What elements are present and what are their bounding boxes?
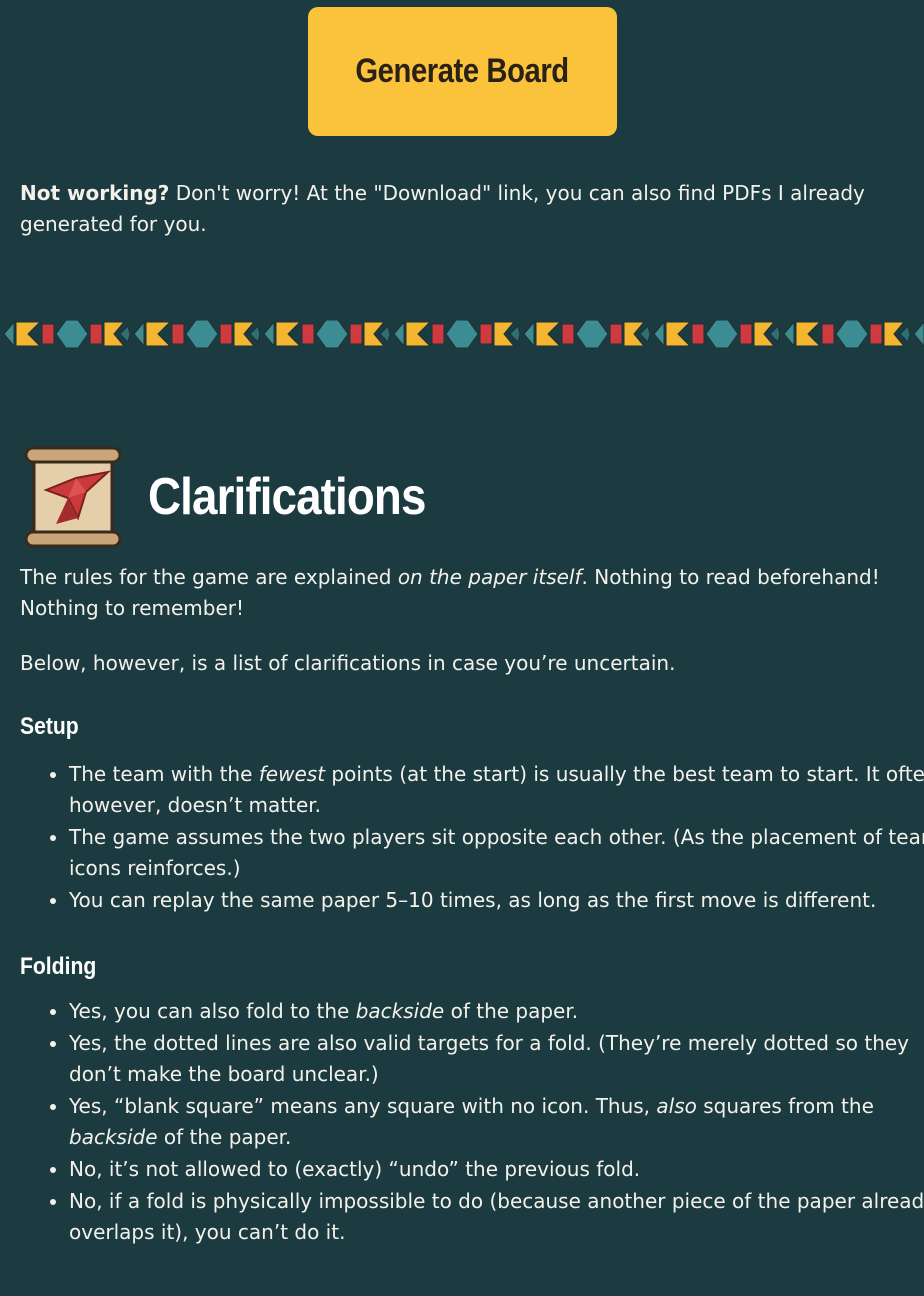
divider-segment xyxy=(89,323,103,345)
divider-segment xyxy=(445,319,479,349)
divider-segment xyxy=(263,320,275,348)
divider-segment xyxy=(769,325,781,343)
divider-segment xyxy=(3,320,15,348)
divider-segment xyxy=(639,325,651,343)
divider-segment xyxy=(609,323,623,345)
divider-segment xyxy=(899,325,911,343)
divider-segment xyxy=(405,321,432,347)
divider-segment xyxy=(561,323,575,345)
list-item: Yes, “blank square” means any square wit… xyxy=(69,1091,924,1153)
divider-segment xyxy=(119,325,131,343)
divider-segment xyxy=(133,320,145,348)
divider-segment xyxy=(431,323,445,345)
divider-segment xyxy=(15,321,42,347)
divider-segment xyxy=(479,323,493,345)
generate-board-label: Generate Board xyxy=(355,52,570,90)
divider-segment xyxy=(315,319,349,349)
divider-segment xyxy=(509,325,521,343)
divider-segment xyxy=(41,323,55,345)
divider-segment xyxy=(869,323,883,345)
divider-segment xyxy=(575,319,609,349)
divider-segment xyxy=(535,321,562,347)
divider-segment xyxy=(705,319,739,349)
notice-strong: Not working? xyxy=(20,181,170,205)
divider-segment xyxy=(185,319,219,349)
divider-segment xyxy=(349,323,363,345)
scroll-bird-icon xyxy=(24,446,122,548)
setup-list: The team with the fewest points (at the … xyxy=(20,759,924,917)
divider-segment xyxy=(523,320,535,348)
list-item: You can replay the same paper 5–10 times… xyxy=(69,885,924,916)
divider-segment xyxy=(821,323,835,345)
divider-segment xyxy=(249,325,261,343)
divider-segment xyxy=(171,323,185,345)
divider-segment xyxy=(795,321,822,347)
below-paragraph: Below, however, is a list of clarificati… xyxy=(20,651,676,675)
folding-heading: Folding xyxy=(20,953,97,980)
divider-segment xyxy=(913,321,924,347)
divider-segment xyxy=(739,323,753,345)
list-item: Yes, you can also fold to the backside o… xyxy=(69,996,924,1027)
setup-heading: Setup xyxy=(20,713,79,740)
clarifications-heading: Clarifications xyxy=(20,444,463,550)
folding-list: Yes, you can also fold to the backside o… xyxy=(20,996,924,1249)
divider-segment xyxy=(55,319,89,349)
divider-segment xyxy=(653,320,665,348)
list-item: The team with the fewest points (at the … xyxy=(69,759,924,821)
intro-text-a: The rules for the game are explained xyxy=(20,565,398,589)
divider-segment xyxy=(835,319,869,349)
list-item: No, it’s not allowed to (exactly) “undo”… xyxy=(69,1154,924,1185)
divider-segment xyxy=(301,323,315,345)
divider-segment xyxy=(393,320,405,348)
divider-segment xyxy=(145,321,172,347)
divider-segment xyxy=(665,321,692,347)
generate-board-button[interactable]: Generate Board xyxy=(308,7,617,136)
origami-divider-icon xyxy=(3,319,924,349)
list-item: No, if a fold is physically impossible t… xyxy=(69,1186,924,1248)
divider-segment xyxy=(691,323,705,345)
list-item: Yes, the dotted lines are also valid tar… xyxy=(69,1028,924,1090)
list-item: The game assumes the two players sit opp… xyxy=(69,822,924,884)
section-title: Clarifications xyxy=(148,468,426,526)
intro-paragraph: The rules for the game are explained on … xyxy=(20,562,900,624)
divider-segment xyxy=(379,325,391,343)
notice-text: Not working? Don't worry! At the "Downlo… xyxy=(20,178,890,240)
divider-segment xyxy=(783,320,795,348)
divider-segment xyxy=(219,323,233,345)
intro-emphasis: on the paper itself xyxy=(397,565,582,589)
divider-segment xyxy=(275,321,302,347)
